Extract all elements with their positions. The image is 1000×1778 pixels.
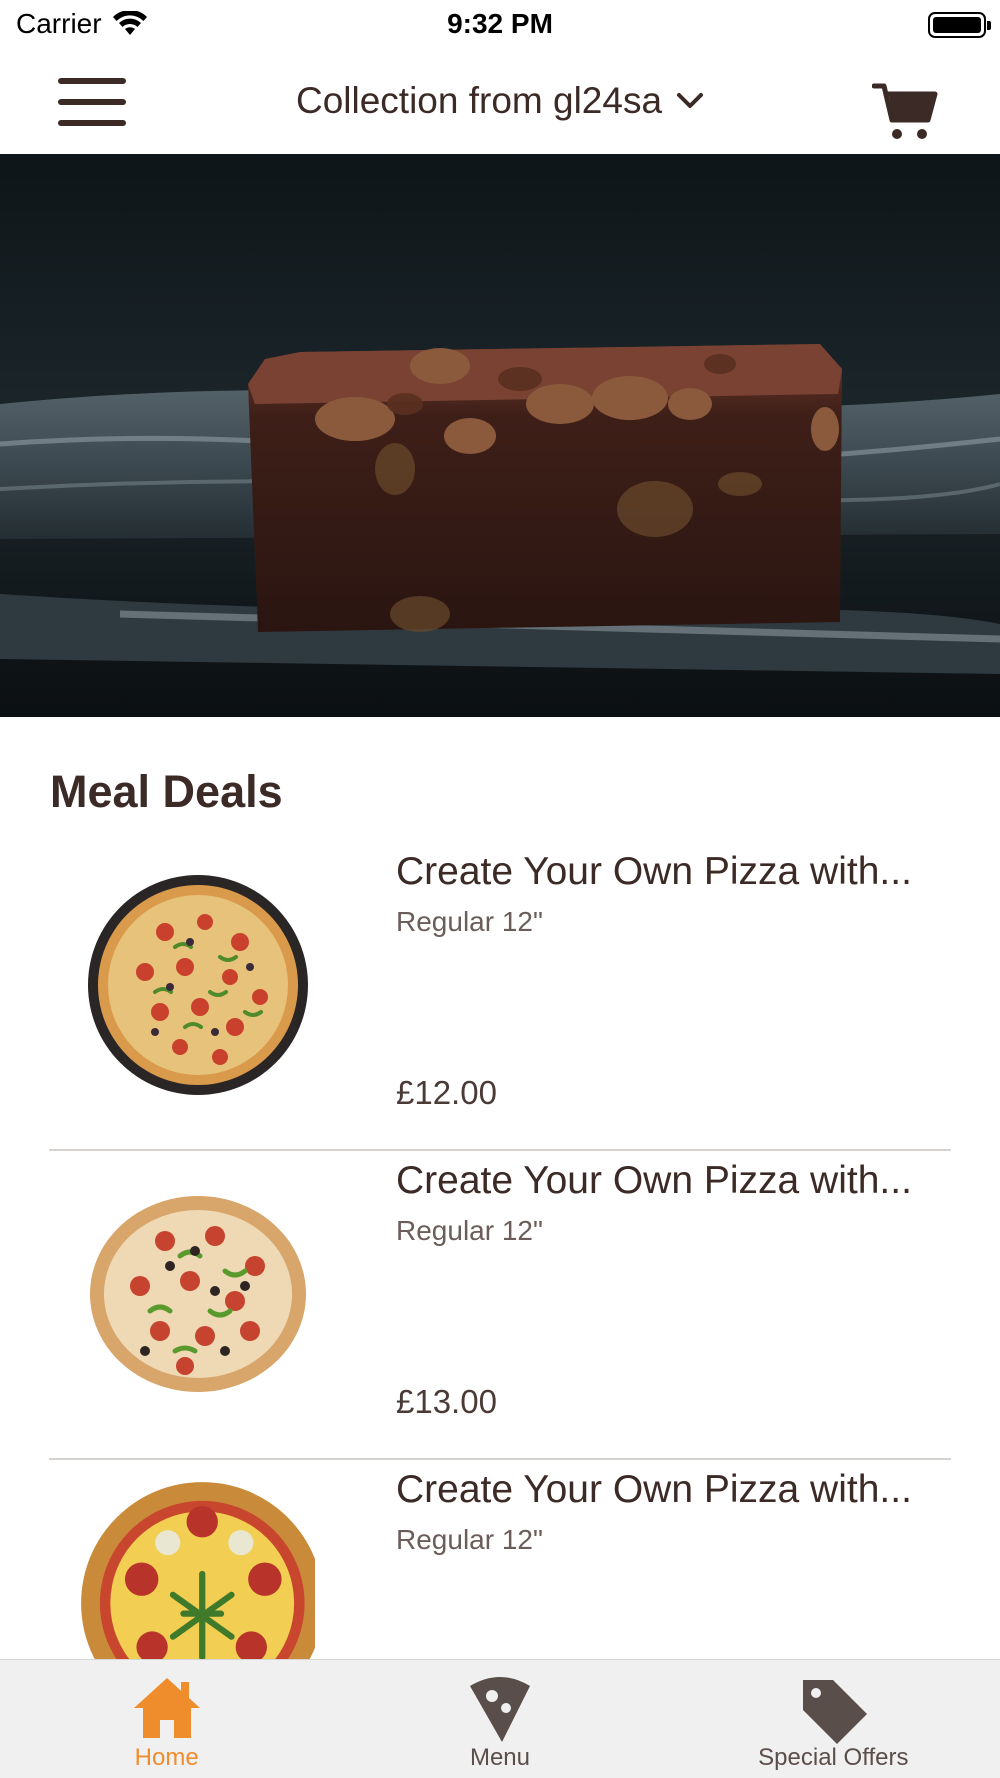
cart-icon[interactable] (872, 80, 938, 142)
meal-deals-list: Create Your Own Pizza with... Regular 12… (49, 842, 951, 1769)
bottom-tab-bar: Home Menu Special Offers (0, 1659, 1000, 1778)
meal-deal-size: Regular 12" (396, 1524, 543, 1555)
collection-location-dropdown[interactable]: Collection from gl24sa (0, 80, 1000, 122)
meal-deal-item[interactable]: Create Your Own Pizza with... Regular 12… (49, 842, 951, 1151)
tab-special-offers-label: Special Offers (758, 1744, 909, 1771)
battery-icon (928, 12, 991, 38)
tab-home[interactable]: Home (0, 1660, 333, 1778)
pizza-pan-thumbnail (88, 875, 308, 1095)
meal-deal-item[interactable]: Create Your Own Pizza with... Regular 12… (49, 1151, 951, 1460)
tag-icon (803, 1680, 868, 1744)
meal-deal-size: Regular 12" (396, 906, 543, 937)
pizza-slice-icon (469, 1677, 530, 1742)
meal-deal-size: Regular 12" (396, 1215, 543, 1246)
status-bar: Carrier 9:32 PM (0, 0, 1000, 52)
meal-deals-heading: Meal Deals (50, 766, 283, 817)
meal-deal-name: Create Your Own Pizza with... (396, 1159, 912, 1202)
tab-menu-label: Menu (469, 1744, 531, 1771)
app-header: Collection from gl24sa (0, 52, 1000, 154)
tab-menu[interactable]: Menu (333, 1660, 666, 1778)
home-icon (133, 1678, 200, 1738)
hero-brownie-image (0, 154, 1000, 717)
tab-home-label: Home (134, 1744, 199, 1771)
pizza-thumbnail (90, 1196, 306, 1392)
meal-deal-price: £13.00 (396, 1383, 497, 1420)
tab-special-offers[interactable]: Special Offers (667, 1660, 1000, 1778)
meal-deal-name: Create Your Own Pizza with... (396, 850, 912, 893)
meal-deal-price: £12.00 (396, 1074, 497, 1111)
status-time: 9:32 PM (447, 8, 553, 39)
meal-deal-name: Create Your Own Pizza with... (396, 1468, 912, 1511)
chevron-down-icon (677, 93, 704, 108)
collection-location-label: Collection from gl24sa (295, 80, 663, 121)
